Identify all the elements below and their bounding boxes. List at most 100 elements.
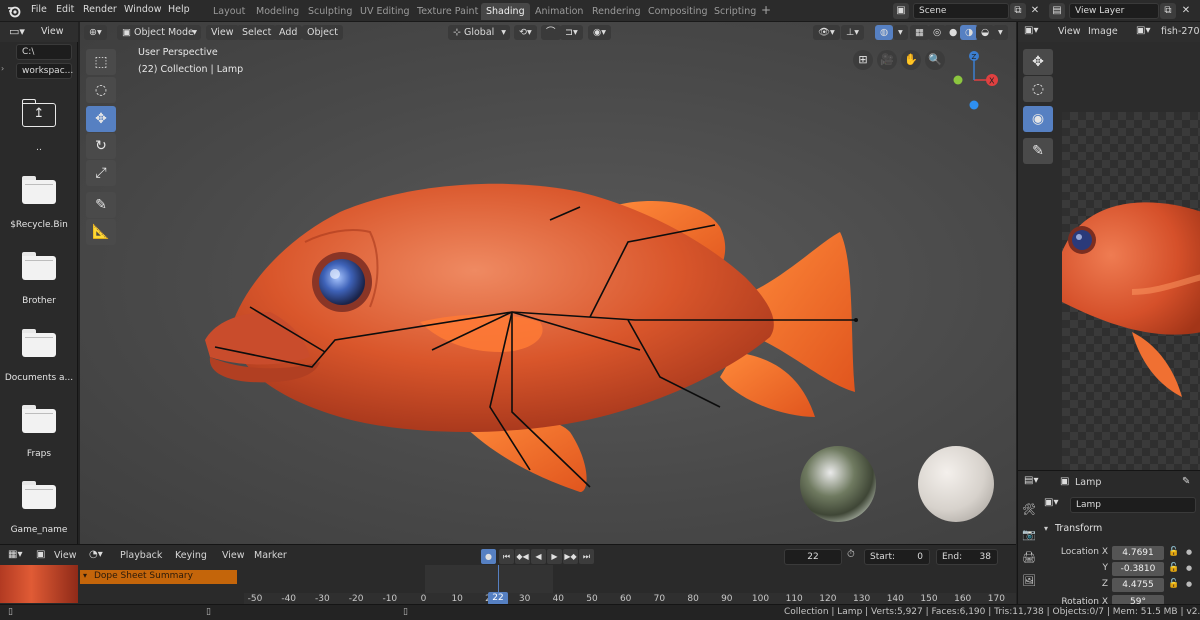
tab-texture-paint[interactable]: Texture Paint xyxy=(412,3,483,20)
render-properties-tab-icon[interactable]: 📷 xyxy=(1020,526,1038,544)
bookmark-field[interactable]: workspac... xyxy=(16,63,73,79)
expand-arrow-icon[interactable]: ▾ xyxy=(83,571,87,580)
start-label: Start: xyxy=(870,552,896,562)
chevron-down-icon[interactable]: ▾ xyxy=(1044,524,1048,533)
tab-uv-editing[interactable]: UV Editing xyxy=(355,3,415,20)
tab-layout[interactable]: Layout xyxy=(208,3,250,20)
matte-preview-sphere xyxy=(918,446,994,522)
tab-shading[interactable]: Shading xyxy=(481,3,530,20)
play-reverse-icon[interactable]: ◀ xyxy=(531,549,546,564)
pin-icon[interactable]: ✎ xyxy=(1182,476,1190,487)
tab-sculpting[interactable]: Sculpting xyxy=(303,3,357,20)
editor-type-properties-icon[interactable]: ▤▾ xyxy=(1024,475,1038,486)
lock-icon[interactable]: 🔓 xyxy=(1168,579,1179,589)
scene-name-field[interactable]: Scene xyxy=(913,3,1009,19)
delete-scene-icon[interactable]: ✕ xyxy=(1027,3,1043,19)
status-objects: Objects:0/7 xyxy=(1052,607,1105,617)
start-frame-field[interactable]: Start: 0 xyxy=(864,549,930,565)
folder-item[interactable]: Documents a... xyxy=(0,329,78,383)
folder-item[interactable]: Fraps xyxy=(0,405,78,459)
tab-compositing[interactable]: Compositing xyxy=(643,3,713,20)
file-browser-view-menu[interactable]: View xyxy=(41,26,64,37)
lock-icon[interactable]: 🔓 xyxy=(1168,563,1179,573)
frame-tick-label: 150 xyxy=(920,594,938,604)
record-keyframes-icon[interactable]: ● xyxy=(481,549,496,564)
marker-menu[interactable]: Marker xyxy=(254,550,287,561)
frame-tick-label: 110 xyxy=(785,594,803,604)
jump-to-start-icon[interactable]: ⏮ xyxy=(499,549,514,564)
output-properties-tab-icon[interactable]: 🖨 xyxy=(1020,549,1038,567)
frame-tick-label: 60 xyxy=(619,594,632,604)
image-cursor-tool-icon[interactable]: ◌ xyxy=(1023,76,1053,102)
tab-rendering[interactable]: Rendering xyxy=(587,3,646,20)
use-preview-range-icon[interactable]: ⏱ xyxy=(847,549,855,560)
data-browse-icon[interactable]: ▣▾ xyxy=(1044,497,1058,508)
scene-browse-icon[interactable]: ▣ xyxy=(893,3,909,19)
view-layer-name-field[interactable]: View Layer xyxy=(1069,3,1159,19)
image-view-menu[interactable]: View xyxy=(1058,26,1081,37)
view-layer-browse-icon[interactable]: ▤ xyxy=(1049,3,1065,19)
image-sample-tool-icon[interactable]: ◉ xyxy=(1023,106,1053,132)
tool-properties-tab-icon[interactable]: 🛠 xyxy=(1020,501,1038,519)
parent-directory-item[interactable]: ↥ .. xyxy=(0,99,78,153)
location-y-field[interactable]: -0.3810 xyxy=(1112,562,1164,576)
side-panel-toggle-icon[interactable]: › xyxy=(1,64,4,73)
tab-animation[interactable]: Animation xyxy=(530,3,588,20)
location-z-field[interactable]: 4.4755 xyxy=(1112,578,1164,592)
fish-model[interactable] xyxy=(80,22,1016,544)
editor-type-timeline-icon[interactable]: ▦▾ xyxy=(8,549,22,560)
status-version: v2.80.57 xyxy=(1186,607,1200,617)
path-field[interactable]: C:\ xyxy=(16,44,72,60)
menu-help[interactable]: Help xyxy=(168,4,190,15)
image-browse-icon[interactable]: ▣▾ xyxy=(1136,25,1150,36)
editor-type-folder-icon[interactable]: ▭▾ xyxy=(9,25,25,38)
tab-modeling[interactable]: Modeling xyxy=(251,3,304,20)
properties-object-name: Lamp xyxy=(1075,477,1102,488)
keying-menu[interactable]: Keying xyxy=(175,550,207,561)
menu-file[interactable]: File xyxy=(31,4,47,15)
lock-icon[interactable]: 🔓 xyxy=(1168,547,1179,557)
transform-section-header[interactable]: Transform xyxy=(1055,523,1102,534)
jump-to-end-icon[interactable]: ⏭ xyxy=(579,549,594,564)
location-x-field[interactable]: 4.7691 xyxy=(1112,546,1164,560)
mouse-left-icon: ▯ xyxy=(8,607,13,617)
frame-range-highlight xyxy=(425,565,553,593)
image-image-menu[interactable]: Image xyxy=(1088,26,1118,37)
play-icon[interactable]: ▶ xyxy=(547,549,562,564)
keyframe-dot-icon[interactable]: ● xyxy=(1186,564,1192,572)
timeline-view-menu[interactable]: View xyxy=(222,550,245,561)
object-data-name-field[interactable]: Lamp xyxy=(1070,497,1196,513)
image-annotate-tool-icon[interactable]: ✎ xyxy=(1023,138,1053,164)
jump-to-previous-keyframe-icon[interactable]: ◆◀ xyxy=(515,549,530,564)
timeline-type-icon[interactable]: ◔▾ xyxy=(89,549,103,560)
menu-edit[interactable]: Edit xyxy=(56,4,74,15)
end-frame-field[interactable]: End: 38 xyxy=(936,549,998,565)
keyframe-dot-icon[interactable]: ● xyxy=(1186,548,1192,556)
add-workspace-icon[interactable]: + xyxy=(761,3,771,17)
view-toggle-icon[interactable]: ▣ xyxy=(36,549,45,560)
keyframe-dot-icon[interactable]: ● xyxy=(1186,580,1192,588)
image-name-field[interactable]: fish-2700 xyxy=(1161,26,1200,37)
folder-label: Game_name xyxy=(10,525,68,535)
image-move-tool-icon[interactable]: ✥ xyxy=(1023,49,1053,75)
start-value: 0 xyxy=(917,552,923,562)
menu-render[interactable]: Render xyxy=(83,4,117,15)
blender-logo-icon[interactable] xyxy=(7,4,21,18)
delete-view-layer-icon[interactable]: ✕ xyxy=(1178,3,1194,19)
dope-sheet-summary-row[interactable]: ▾ Dope Sheet Summary xyxy=(80,570,237,584)
folder-item[interactable]: $Recycle.Bin xyxy=(0,176,78,230)
jump-to-next-keyframe-icon[interactable]: ▶◆ xyxy=(563,549,578,564)
playback-menu[interactable]: Playback xyxy=(120,550,162,561)
folder-item[interactable]: Brother xyxy=(0,252,78,306)
3d-viewport[interactable]: ⊕▾ ▣ Object Mode ▾ View Select Add Object… xyxy=(80,22,1016,544)
new-scene-icon[interactable]: ⧉ xyxy=(1010,3,1026,19)
current-frame-field[interactable]: 22 xyxy=(784,549,842,565)
view-layer-properties-tab-icon[interactable]: 🖼 xyxy=(1020,572,1038,590)
menu-window[interactable]: Window xyxy=(124,4,161,15)
folder-item[interactable]: Game_name xyxy=(0,481,78,535)
tab-scripting[interactable]: Scripting xyxy=(709,3,761,20)
timeline-left-view-menu[interactable]: View xyxy=(54,550,77,561)
new-view-layer-icon[interactable]: ⧉ xyxy=(1160,3,1176,19)
fish-texture-image[interactable] xyxy=(1062,182,1200,422)
editor-type-image-icon[interactable]: ▣▾ xyxy=(1024,25,1038,36)
